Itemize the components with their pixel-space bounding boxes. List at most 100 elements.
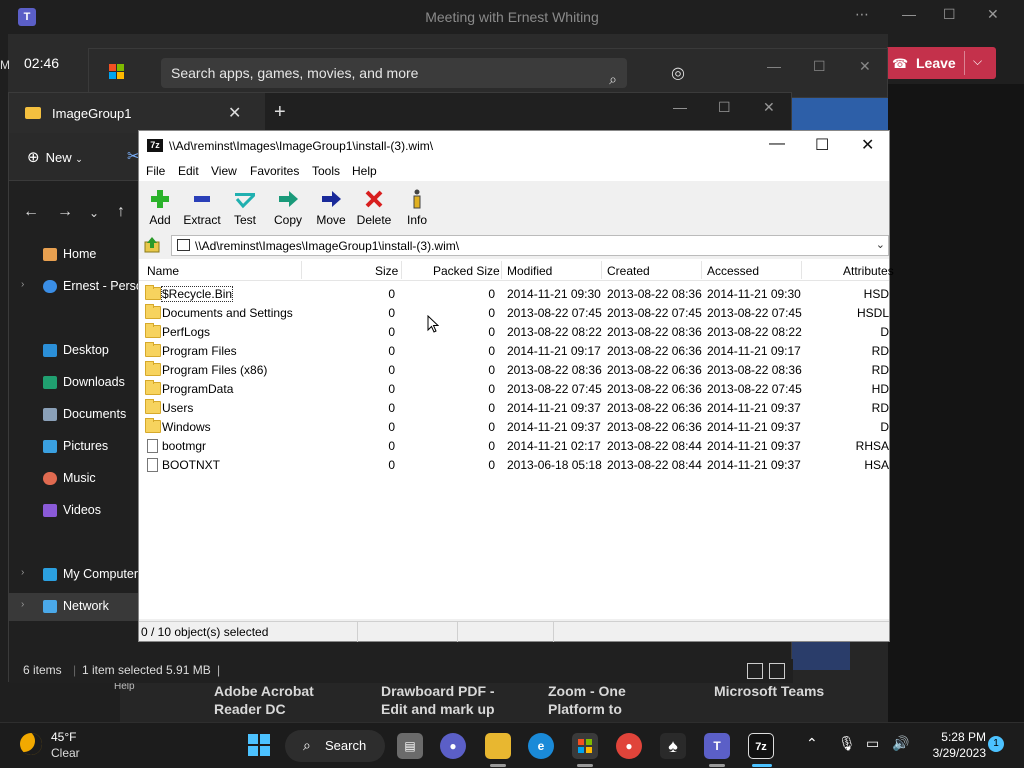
weather-temperature[interactable]: 45°F bbox=[51, 730, 76, 744]
close-tab-icon[interactable]: ✕ bbox=[228, 103, 241, 123]
extract-button[interactable]: Extract bbox=[179, 185, 225, 229]
task-view-icon[interactable]: ▤ bbox=[397, 733, 423, 759]
column-divider[interactable] bbox=[801, 261, 802, 279]
column-created[interactable]: Created bbox=[607, 264, 650, 278]
sidebar-item-network[interactable]: › Network bbox=[9, 593, 139, 621]
notification-badge[interactable]: 1 bbox=[988, 736, 1004, 752]
chevron-down-icon[interactable]: ⌄ bbox=[876, 238, 885, 251]
chrome-icon[interactable]: ● bbox=[616, 733, 642, 759]
close-icon[interactable]: ✕ bbox=[987, 6, 999, 23]
teams-icon[interactable]: T bbox=[704, 733, 730, 759]
new-tab-icon[interactable]: + bbox=[274, 101, 286, 124]
chevron-up-icon[interactable]: ⌃ bbox=[806, 735, 818, 752]
maximize-icon[interactable]: ☐ bbox=[943, 6, 956, 23]
minimize-icon[interactable]: — bbox=[902, 6, 916, 22]
sidebar-item-pictures[interactable]: Pictures bbox=[9, 433, 139, 461]
leave-meeting-button[interactable]: ☎ Leave ⌵ bbox=[886, 47, 996, 79]
test-button[interactable]: Test bbox=[222, 185, 268, 229]
info-button[interactable]: Info bbox=[394, 185, 440, 229]
details-view-icon[interactable] bbox=[747, 663, 763, 679]
menu-favorites[interactable]: Favorites bbox=[250, 164, 299, 178]
menu-file[interactable]: File bbox=[146, 164, 165, 178]
minimize-icon[interactable]: — bbox=[673, 99, 687, 115]
minimize-icon[interactable]: — bbox=[769, 135, 785, 153]
close-icon[interactable]: ✕ bbox=[861, 135, 874, 155]
taskbar-search-button[interactable]: ⌕ Search bbox=[285, 730, 385, 762]
file-explorer-icon[interactable] bbox=[485, 733, 511, 759]
tiles-view-icon[interactable] bbox=[769, 663, 785, 679]
menu-tools[interactable]: Tools bbox=[312, 164, 340, 178]
menu-help[interactable]: Help bbox=[352, 164, 377, 178]
sidebar-item-documents[interactable]: Documents bbox=[9, 401, 139, 429]
column-size[interactable]: Size bbox=[375, 264, 398, 278]
file-row[interactable]: Windows 0 0 2014-11-21 09:37 2013-08-22 06:3… bbox=[139, 417, 889, 436]
teams-chat-icon[interactable]: ● bbox=[440, 733, 466, 759]
microphone-icon[interactable]: 🎙 bbox=[838, 735, 856, 752]
sidebar-item-my-computer[interactable]: › My Computer bbox=[9, 561, 139, 589]
column-modified[interactable]: Modified bbox=[507, 264, 552, 278]
copy-button[interactable]: Copy bbox=[265, 185, 311, 229]
explorer-tab[interactable]: ImageGroup1 ✕ bbox=[9, 93, 265, 133]
minimize-icon[interactable]: — bbox=[767, 58, 781, 74]
menu-edit[interactable]: Edit bbox=[178, 164, 199, 178]
sidebar-item-videos[interactable]: Videos bbox=[9, 497, 139, 525]
clock-time[interactable]: 5:28 PM bbox=[926, 730, 986, 744]
column-accessed[interactable]: Accessed bbox=[707, 264, 759, 278]
volume-icon[interactable]: 🔊 bbox=[892, 735, 909, 752]
file-row[interactable]: bootmgr 0 0 2014-11-21 02:17 2013-08-22 08:4… bbox=[139, 436, 889, 455]
file-row[interactable]: Program Files 0 0 2014-11-21 09:17 2013-08-2… bbox=[139, 341, 889, 360]
file-row[interactable]: Users 0 0 2014-11-21 09:37 2013-08-22 06:36 2… bbox=[139, 398, 889, 417]
column-divider[interactable] bbox=[301, 261, 302, 279]
move-button[interactable]: Move bbox=[308, 185, 354, 229]
chevron-right-icon[interactable]: › bbox=[21, 279, 24, 290]
store-search-input[interactable]: Search apps, games, movies, and more ⌕ bbox=[161, 58, 627, 88]
maximize-icon[interactable]: ☐ bbox=[718, 99, 731, 116]
address-input[interactable]: \\Ad\reminst\Images\ImageGroup1\install-… bbox=[171, 235, 889, 256]
column-name[interactable]: Name bbox=[147, 264, 179, 278]
file-row[interactable]: $Recycle.Bin 0 0 2014-11-21 09:30 2013-08-22… bbox=[139, 284, 889, 303]
search-icon[interactable]: ⌕ bbox=[609, 64, 617, 94]
forward-icon[interactable]: → bbox=[57, 203, 73, 221]
new-button[interactable]: ⊕ New ⌄ bbox=[27, 148, 83, 166]
account-icon[interactable]: ◎ bbox=[671, 63, 685, 83]
up-folder-icon[interactable] bbox=[143, 236, 161, 254]
column-divider[interactable] bbox=[701, 261, 702, 279]
column-packed-size[interactable]: Packed Size bbox=[433, 264, 500, 278]
column-attributes[interactable]: Attributes bbox=[843, 264, 894, 278]
file-row[interactable]: PerfLogs 0 0 2013-08-22 08:22 2013-08-22 08:… bbox=[139, 322, 889, 341]
start-button[interactable] bbox=[248, 734, 270, 756]
chevron-down-icon[interactable]: ⌵ bbox=[973, 54, 982, 69]
sidebar-item-music[interactable]: Music bbox=[9, 465, 139, 493]
solitaire-icon[interactable]: ♠ bbox=[660, 733, 686, 759]
close-icon[interactable]: ✕ bbox=[763, 99, 775, 116]
file-row[interactable]: Documents and Settings 0 0 2013-08-22 07:45… bbox=[139, 303, 889, 322]
sidebar-item-desktop[interactable]: Desktop bbox=[9, 337, 139, 365]
network-status-icon[interactable]: ▭ bbox=[866, 735, 879, 752]
up-icon[interactable]: ↑ bbox=[117, 203, 125, 221]
app-tile-teams[interactable]: Microsoft Teams bbox=[714, 682, 824, 700]
sidebar-item-home[interactable]: Home bbox=[9, 241, 139, 269]
7zip-taskbar-icon[interactable]: 7z bbox=[748, 733, 774, 759]
chevron-right-icon[interactable]: › bbox=[21, 599, 24, 610]
back-icon[interactable]: ← bbox=[23, 203, 39, 221]
app-tile-zoom[interactable]: Zoom - One Platform to bbox=[548, 682, 626, 718]
add-button[interactable]: Add bbox=[137, 185, 183, 229]
delete-button[interactable]: Delete bbox=[351, 185, 397, 229]
more-options-icon[interactable]: ⋯ bbox=[855, 6, 869, 23]
app-tile-drawboard[interactable]: Drawboard PDF - Edit and mark up bbox=[381, 682, 495, 718]
clock-date[interactable]: 3/29/2023 bbox=[916, 746, 986, 760]
moon-weather-icon[interactable] bbox=[20, 733, 42, 755]
sidebar-item-onedrive[interactable]: › Ernest - Personal bbox=[9, 273, 160, 301]
column-divider[interactable] bbox=[501, 261, 502, 279]
column-divider[interactable] bbox=[401, 261, 402, 279]
recent-icon[interactable]: ⌄ bbox=[89, 206, 99, 220]
weather-condition[interactable]: Clear bbox=[51, 746, 80, 760]
file-row[interactable]: Program Files (x86) 0 0 2013-08-22 08:36 201… bbox=[139, 360, 889, 379]
app-tile-adobe[interactable]: Adobe Acrobat Reader DC bbox=[214, 682, 314, 718]
column-divider[interactable] bbox=[601, 261, 602, 279]
maximize-icon[interactable]: ☐ bbox=[815, 135, 829, 155]
sidebar-item-downloads[interactable]: Downloads bbox=[9, 369, 139, 397]
menu-view[interactable]: View bbox=[211, 164, 237, 178]
chevron-right-icon[interactable]: › bbox=[21, 567, 24, 578]
close-icon[interactable]: ✕ bbox=[859, 58, 871, 75]
